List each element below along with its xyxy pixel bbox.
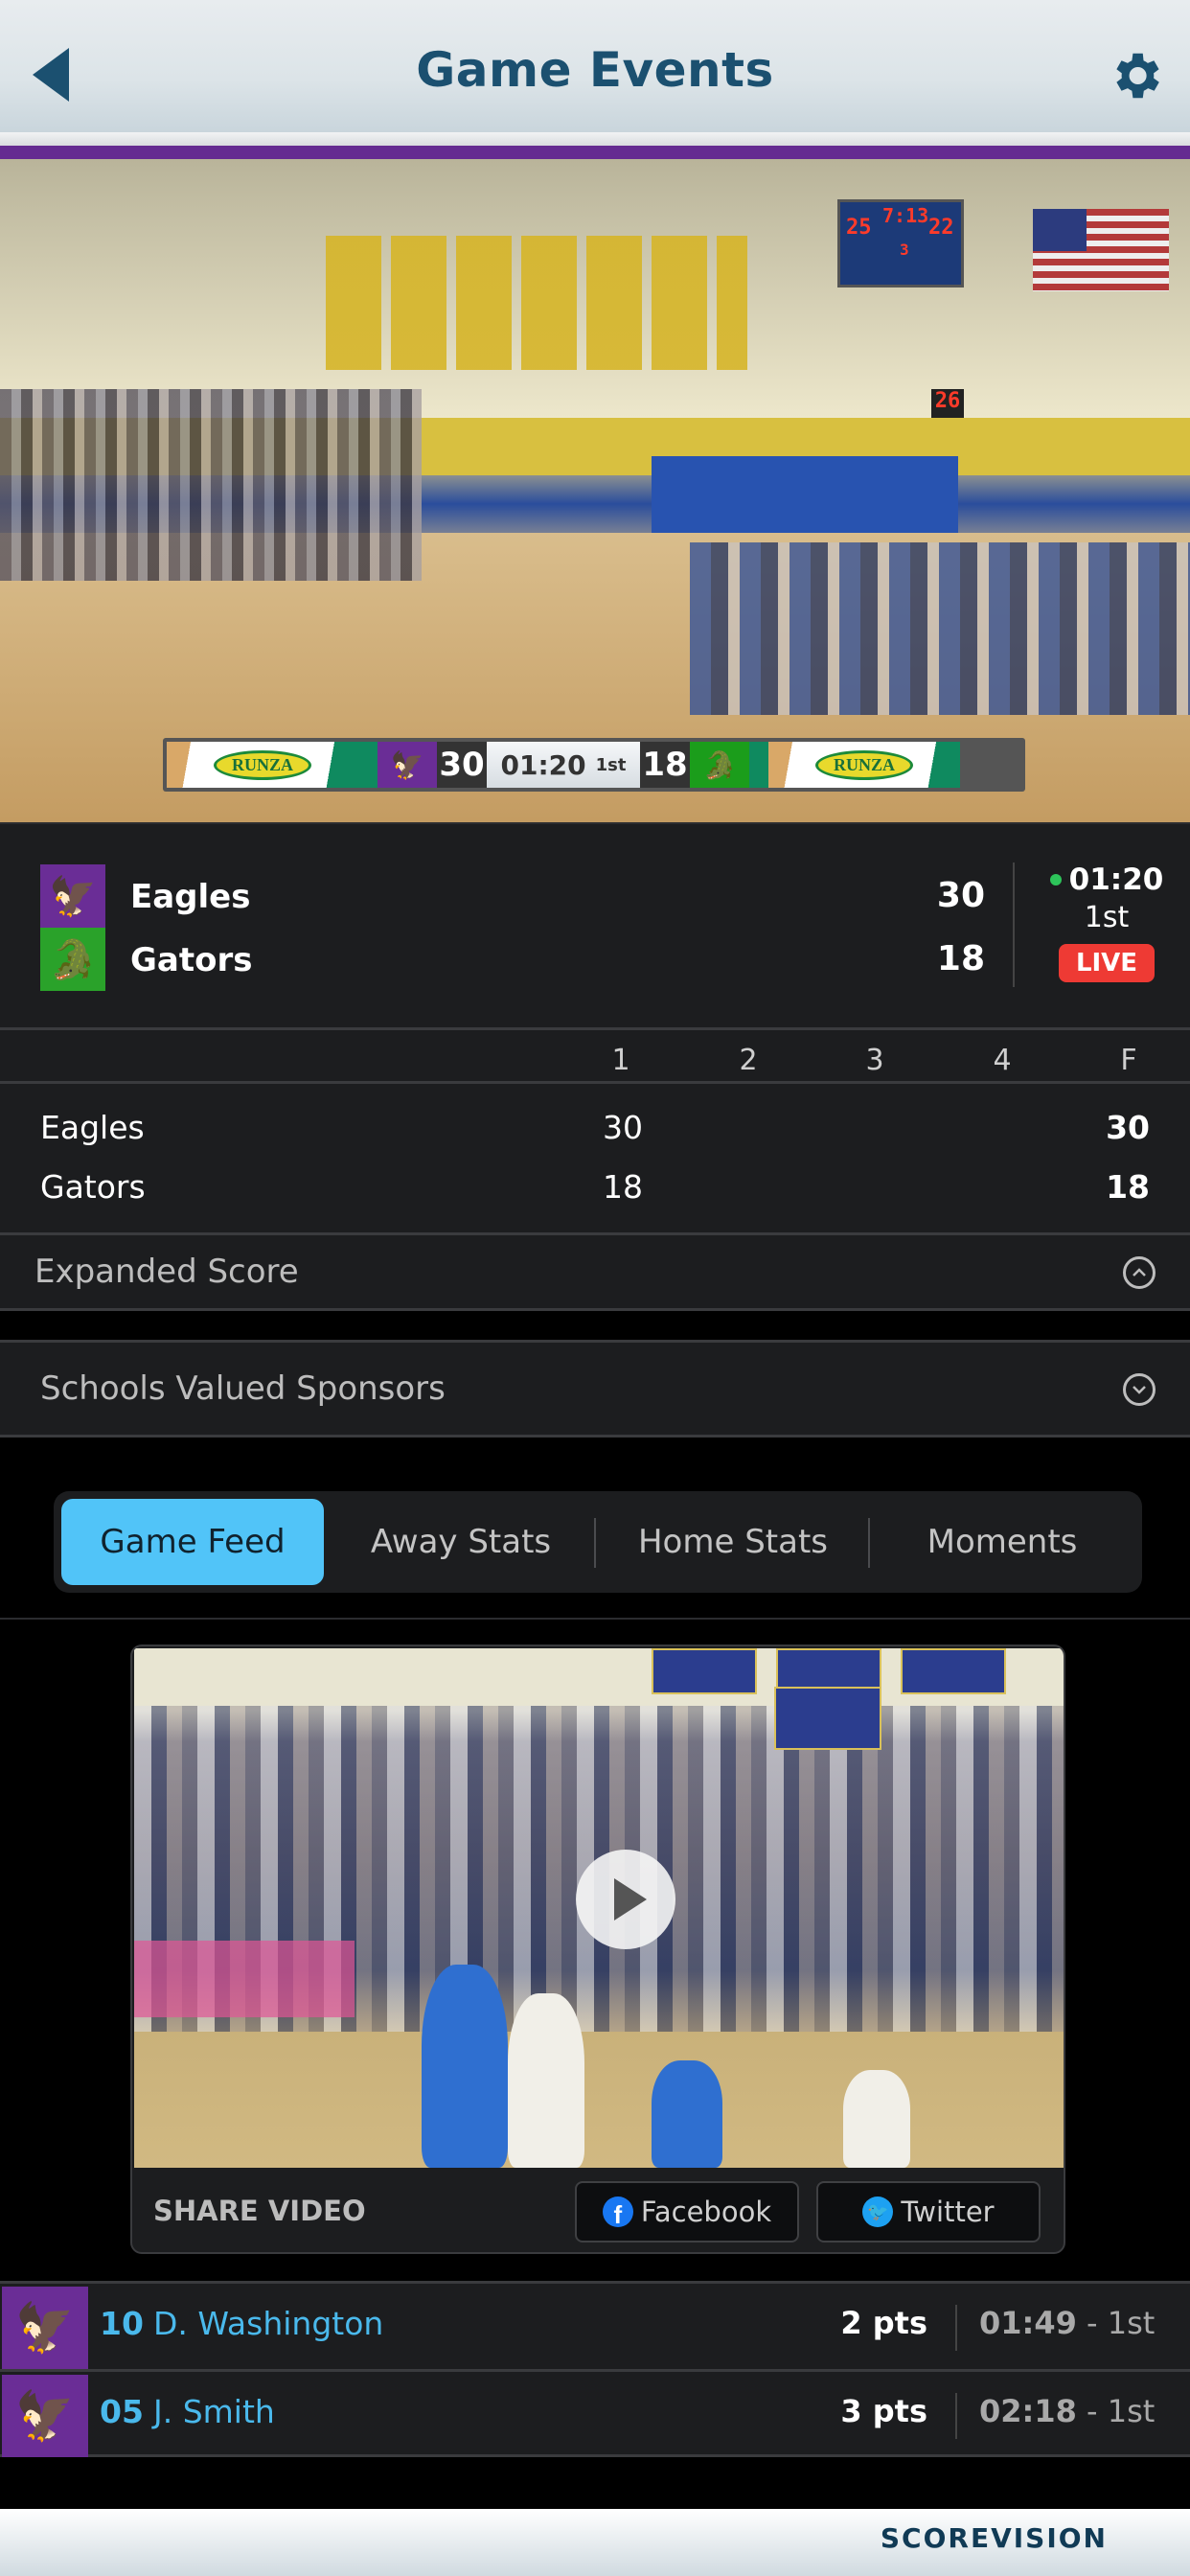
feed-divider xyxy=(955,2393,957,2439)
player-name[interactable]: D. Washington xyxy=(153,2305,383,2342)
play-button[interactable] xyxy=(576,1850,675,1949)
tab-away-stats[interactable]: Away Stats xyxy=(324,1499,598,1585)
game-period: 1st xyxy=(1084,901,1130,934)
expanded-score-toggle[interactable]: Expanded Score xyxy=(0,1232,1190,1311)
points: 2 pts xyxy=(840,2305,927,2341)
twitter-share-button[interactable]: 🐦 Twitter xyxy=(816,2181,1041,2242)
player xyxy=(652,2060,722,2168)
home-team-score: 30 xyxy=(936,876,985,915)
tab-game-feed[interactable]: Game Feed xyxy=(61,1499,324,1585)
american-flag xyxy=(1033,209,1169,291)
event-time: 01:49 - 1st xyxy=(979,2305,1156,2341)
team-color-bar xyxy=(0,146,1190,159)
banner xyxy=(901,1648,1006,1694)
player-name[interactable]: J. Smith xyxy=(153,2393,275,2430)
eagle-logo-icon: 🦅 xyxy=(40,864,105,928)
expanded-score-label: Expanded Score xyxy=(34,1253,299,1291)
player xyxy=(422,1965,508,2168)
home-team-name: Eagles xyxy=(130,878,251,916)
box-score-table: 1 2 3 4 F Eagles 30 30 Gators 18 18 xyxy=(0,1027,1190,1232)
gator-logo-icon: 🐊 xyxy=(690,742,749,788)
clock-time: 01:20 xyxy=(1068,862,1164,897)
gear-icon xyxy=(1116,53,1159,99)
championship-banners xyxy=(326,236,747,370)
event-time: 02:18 - 1st xyxy=(979,2393,1156,2429)
gator-logo-icon: 🐊 xyxy=(40,928,105,991)
game-clock: 01:20 1st LIVE xyxy=(1035,862,1179,982)
footer: SCOREVISION xyxy=(0,2509,1190,2576)
facebook-share-button[interactable]: f Facebook xyxy=(575,2181,799,2242)
bench xyxy=(690,542,1190,715)
feed-divider xyxy=(955,2305,957,2351)
page-title: Game Events xyxy=(416,42,774,98)
header-divider xyxy=(0,132,1190,146)
banner xyxy=(652,1648,757,1694)
feed-item[interactable]: 🦅 05 J. Smith 3 pts 02:18 - 1st xyxy=(0,2369,1190,2457)
video-thumbnail[interactable] xyxy=(134,1648,1064,2168)
settings-button[interactable] xyxy=(1106,46,1165,105)
live-badge: LIVE xyxy=(1058,944,1156,982)
app-header: Game Events xyxy=(0,0,1190,132)
video-card: SHARE VIDEO f Facebook 🐦 Twitter xyxy=(130,1644,1065,2254)
twitter-icon: 🐦 xyxy=(862,2196,894,2227)
eagle-logo-icon: 🦅 xyxy=(2,2287,88,2369)
summary-divider xyxy=(1013,862,1015,987)
points: 3 pts xyxy=(840,2393,927,2429)
player xyxy=(843,2070,910,2168)
live-video-player[interactable]: 25 7:13 22 3 26 RUNZA 🦅 30 01:20 1st 18 … xyxy=(0,159,1190,822)
bug-away-score: 18 xyxy=(640,742,690,788)
sponsor-logo-left: RUNZA xyxy=(167,742,358,788)
scorevision-logo: SCOREVISION xyxy=(880,2522,1108,2554)
tabs-divider xyxy=(0,1618,1190,1620)
facebook-icon: f xyxy=(602,2196,633,2227)
bug-home-score: 30 xyxy=(437,742,487,788)
sponsors-label: Schools Valued Sponsors xyxy=(40,1369,446,1408)
sponsor-logo-right: RUNZA xyxy=(768,742,960,788)
sponsors-toggle[interactable]: Schools Valued Sponsors xyxy=(0,1340,1190,1438)
game-feed-list: 🦅 10 D. Washington 2 pts 01:49 - 1st 🦅 0… xyxy=(0,2281,1190,2457)
eagle-logo-icon: 🦅 xyxy=(378,742,437,788)
player xyxy=(508,1993,584,2168)
eagle-logo-icon: 🦅 xyxy=(2,2375,88,2457)
broadcast-score-bug: RUNZA 🦅 30 01:20 1st 18 🐊 RUNZA xyxy=(163,738,1025,792)
tab-moments[interactable]: Moments xyxy=(870,1499,1134,1585)
player-number: 05 xyxy=(100,2393,144,2430)
bug-clock: 01:20 1st xyxy=(487,742,640,788)
cheer-section xyxy=(134,1941,355,2017)
box-score-header: 1 2 3 4 F xyxy=(0,1030,1190,1084)
chevron-up-icon[interactable] xyxy=(1123,1256,1156,1289)
shot-clock: 26 xyxy=(931,389,964,418)
banner xyxy=(774,1687,881,1750)
feed-item[interactable]: 🦅 10 D. Washington 2 pts 01:49 - 1st xyxy=(0,2281,1190,2369)
chevron-down-icon[interactable] xyxy=(1123,1373,1156,1406)
live-dot-icon xyxy=(1049,874,1062,886)
tab-bar: Game Feed Away Stats Home Stats Moments xyxy=(54,1491,1142,1593)
share-bar: SHARE VIDEO f Facebook 🐦 Twitter xyxy=(132,2170,1064,2252)
crowd xyxy=(0,389,422,581)
share-video-label: SHARE VIDEO xyxy=(153,2195,366,2227)
gym-scoreboard: 25 7:13 22 3 xyxy=(837,199,964,288)
away-team-score: 18 xyxy=(936,939,985,978)
tab-home-stats[interactable]: Home Stats xyxy=(596,1499,870,1585)
score-summary: 🦅 Eagles 30 🐊 Gators 18 01:20 1st LIVE xyxy=(0,822,1190,1027)
away-team-name: Gators xyxy=(130,941,253,979)
player-number: 10 xyxy=(100,2305,144,2342)
